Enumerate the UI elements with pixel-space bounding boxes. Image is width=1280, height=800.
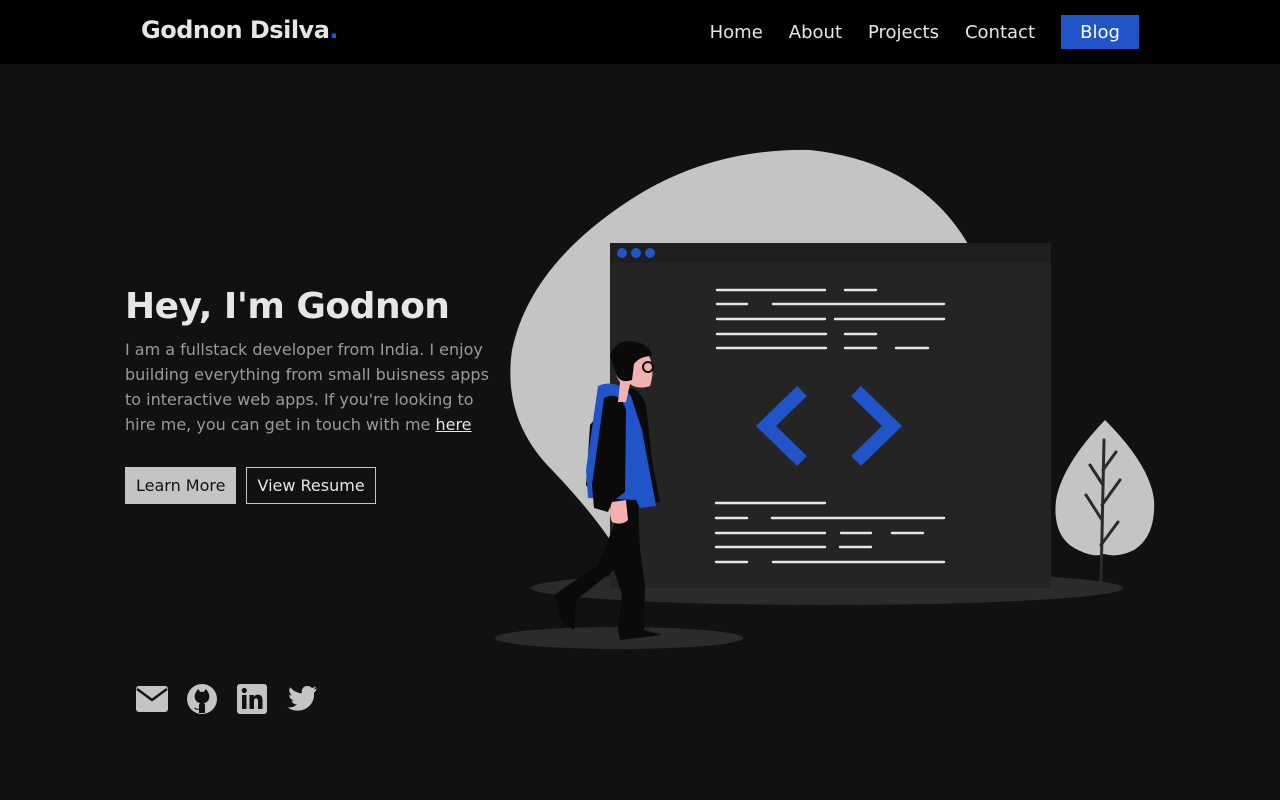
nav-home-link[interactable]: Home [710, 22, 763, 43]
brand-logo[interactable]: Godnon Dsilva. [141, 16, 338, 44]
learn-more-button[interactable]: Learn More [125, 467, 237, 504]
developer-illustration [490, 140, 1170, 660]
envelope-icon[interactable] [135, 682, 169, 716]
hero-section: Hey, I'm Godnon I am a fullstack develop… [125, 286, 505, 437]
contact-here-link[interactable]: here [435, 415, 471, 434]
nav-contact-link[interactable]: Contact [965, 22, 1035, 43]
hero-title: Hey, I'm Godnon [125, 286, 450, 327]
github-icon[interactable] [185, 682, 219, 716]
nav-blog-button[interactable]: Blog [1061, 15, 1139, 49]
nav-projects-link[interactable]: Projects [868, 22, 939, 43]
twitter-icon[interactable] [285, 682, 319, 716]
hero-description: I am a fullstack developer from India. I… [125, 337, 505, 437]
social-links [135, 682, 335, 716]
nav-links: Home About Projects Contact Blog [684, 15, 1139, 49]
brand-dot: . [329, 16, 339, 44]
linkedin-icon[interactable] [235, 682, 269, 716]
brand-name: Godnon Dsilva [141, 16, 330, 44]
nav-about-link[interactable]: About [789, 22, 842, 43]
view-resume-button[interactable]: View Resume [246, 467, 376, 504]
navbar: Godnon Dsilva. Home About Projects Conta… [0, 0, 1280, 64]
hero-buttons: Learn More View Resume [125, 467, 376, 504]
